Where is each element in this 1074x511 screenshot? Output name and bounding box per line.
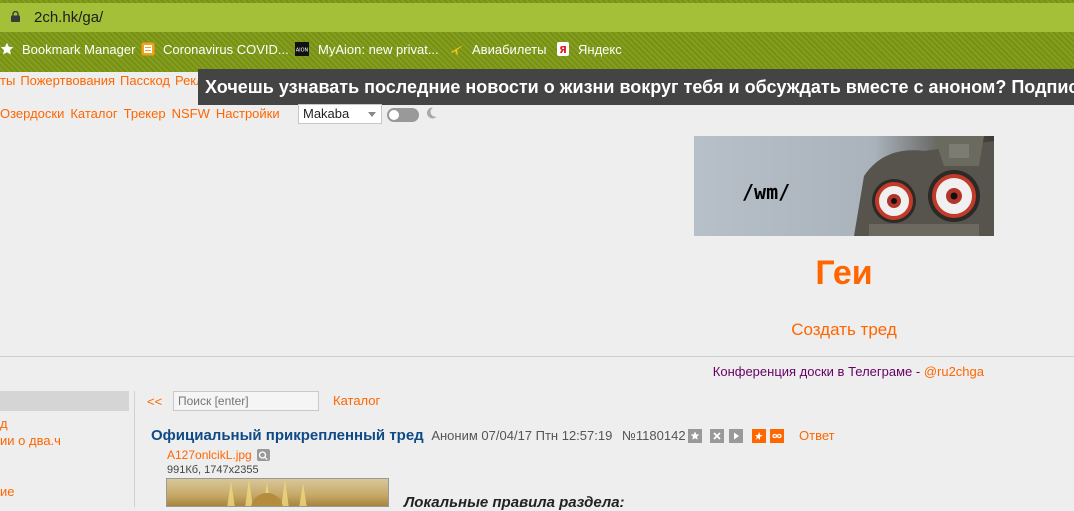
infinity-icon[interactable] [770, 429, 784, 443]
bookmarks-bar: Bookmark Manager Coronavirus COVID... AI… [0, 36, 1074, 62]
conference-label: Конференция доски в Телеграме - [712, 364, 924, 379]
news-marquee[interactable]: Хочешь узнавать последние новости о жизн… [198, 69, 1074, 105]
sidebar-item[interactable]: ие [0, 484, 15, 499]
bookmark-yandex[interactable]: Я Яндекс [556, 40, 622, 58]
sidebar-header [0, 391, 129, 411]
url-text[interactable]: 2ch.hk/ga/ [34, 9, 103, 26]
bookmark-coronavirus[interactable]: Coronavirus COVID... [141, 40, 289, 58]
search-input[interactable] [173, 391, 319, 411]
banner-text: /wm/ [742, 180, 791, 204]
style-select-value: Makaba [303, 106, 350, 121]
bookmark-label: MyAion: new privat... [318, 41, 439, 57]
bookmark-label: Bookmark Manager [22, 41, 136, 57]
aion-icon: AION [295, 42, 309, 56]
star-icon [0, 42, 14, 55]
post-datetime: 07/04/17 Птн 12:57:19 [481, 428, 613, 443]
bookmark-myaion[interactable]: AION MyAion: new privat... [294, 40, 439, 58]
post-subject: Официальный прикрепленный тред [151, 427, 424, 444]
post-image-thumbnail[interactable] [166, 478, 389, 507]
pin-icon[interactable] [752, 429, 766, 443]
svg-text:AION: AION [296, 48, 309, 54]
bookmark-label: Авиабилеты [472, 41, 547, 57]
create-thread-link[interactable]: Создать тред [694, 320, 994, 340]
file-name-link[interactable]: A127onlcikL.jpg [167, 448, 252, 462]
theme-toggle[interactable] [387, 108, 419, 122]
banner-robot-eyes [854, 136, 994, 236]
board-title: Геи [815, 254, 873, 292]
hide-icon[interactable] [710, 429, 724, 443]
toggle-knob [389, 110, 399, 120]
topnav-passcode[interactable]: Пасскод [120, 73, 170, 88]
divider [0, 356, 1074, 357]
telegram-conference: Конференция доски в Телеграме - @ru2chga [600, 364, 984, 379]
telegram-link[interactable]: @ru2chga [924, 364, 984, 379]
subnav-nsfw[interactable]: NSFW [172, 106, 210, 121]
post-header: Официальный прикрепленный тред Аноним 07… [151, 427, 686, 444]
topnav-item[interactable]: ты [0, 73, 15, 88]
back-link[interactable]: << [147, 394, 162, 409]
sidebar-item[interactable]: ии о два.ч [0, 433, 61, 448]
bookmark-label: Яндекс [578, 41, 622, 57]
file-info: 991Кб, 1747x2355 [167, 464, 259, 476]
address-bar[interactable]: 2ch.hk/ga/ [0, 3, 1074, 32]
bookmark-aviabilety[interactable]: Авиабилеты [450, 40, 546, 58]
marquee-text: Хочешь узнавать последние новости о жизн… [205, 77, 1074, 97]
plane-icon [451, 45, 463, 55]
chevron-down-icon [368, 112, 376, 117]
subnav-boards[interactable]: Озердоски [0, 106, 64, 121]
search-icon[interactable] [257, 449, 270, 461]
subnav-settings[interactable]: Настройки [216, 106, 280, 121]
reply-link[interactable]: Ответ [799, 428, 835, 443]
catalog-link[interactable]: Каталог [333, 393, 380, 408]
svg-text:Я: Я [559, 45, 567, 56]
sidebar-item[interactable]: д [0, 416, 8, 431]
post-author: Аноним [431, 428, 478, 443]
play-icon[interactable] [729, 429, 743, 443]
news-icon [141, 42, 155, 56]
subnav-tracker[interactable]: Трекер [124, 106, 166, 121]
sidebar-border [134, 391, 135, 507]
favorite-star-icon[interactable] [688, 429, 702, 443]
sub-navigation: Озердоски Каталог Трекер NSFW Настройки [0, 106, 286, 121]
post-number[interactable]: №1180142 [622, 428, 686, 443]
post-body-title: Локальные правила раздела: [404, 494, 625, 511]
moon-icon [426, 107, 437, 119]
bookmark-bookmark-manager[interactable]: Bookmark Manager [0, 40, 135, 58]
yandex-icon: Я [557, 42, 569, 56]
bookmark-label: Coronavirus COVID... [163, 41, 289, 57]
lock-icon [11, 11, 20, 22]
subnav-catalog[interactable]: Каталог [70, 106, 117, 121]
board-banner[interactable]: /wm/ [694, 136, 994, 236]
style-select[interactable]: Makaba [298, 104, 382, 124]
topnav-donations[interactable]: Пожертвования [20, 73, 115, 88]
